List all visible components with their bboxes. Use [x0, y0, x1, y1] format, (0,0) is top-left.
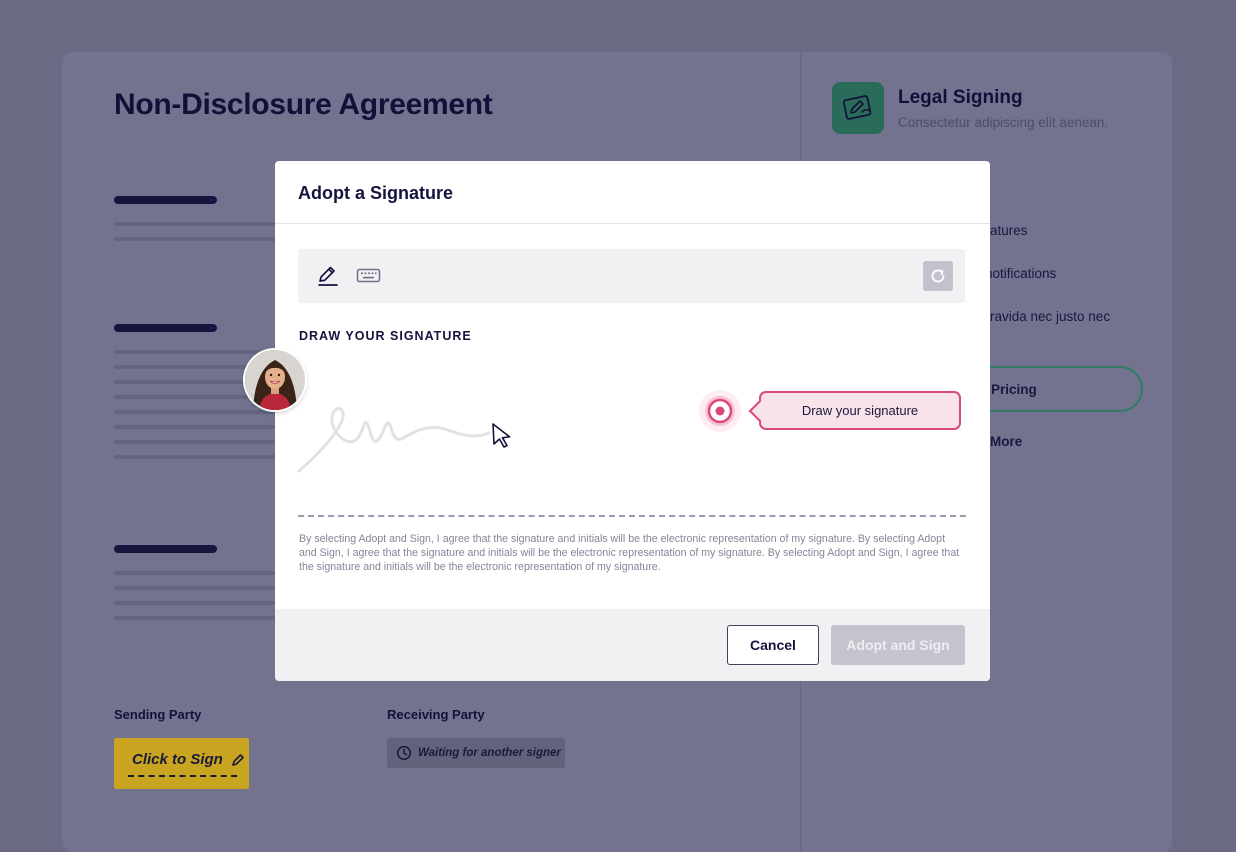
signature-stroke	[297, 407, 491, 473]
feature-text: notifications	[985, 266, 1057, 281]
app-description: Consectetur adipiscing elit aenean.	[898, 115, 1109, 130]
clock-icon	[396, 745, 412, 761]
avatar	[245, 350, 305, 410]
signature-baseline	[298, 515, 966, 517]
user-portrait	[245, 350, 305, 410]
more-link[interactable]: More	[990, 434, 1022, 449]
section-heading-placeholder	[114, 545, 217, 553]
tooltip-text: Draw your signature	[801, 403, 919, 418]
feature-text: atures	[990, 223, 1028, 238]
clear-signature-button[interactable]	[923, 261, 953, 291]
modal-footer: Cancel Adopt and Sign	[275, 609, 990, 681]
document-title: Non-Disclosure Agreement	[114, 88, 493, 121]
adopt-and-sign-button[interactable]: Adopt and Sign	[831, 625, 965, 665]
signature-pad-icon	[842, 95, 872, 120]
section-heading-placeholder	[114, 324, 217, 332]
click-to-sign-label: Click to Sign	[132, 751, 223, 768]
waiting-label: Waiting for another signer	[418, 747, 561, 759]
app-logo	[832, 82, 884, 134]
legal-disclaimer: By selecting Adopt and Sign, I agree tha…	[299, 533, 960, 573]
click-to-sign-button[interactable]: Click to Sign	[114, 738, 249, 789]
signature-toolbar	[298, 249, 965, 303]
sending-party-label: Sending Party	[114, 707, 202, 722]
modal-header: Adopt a Signature	[275, 161, 990, 224]
cursor-arrow-icon	[492, 423, 511, 448]
adopt-signature-modal: Adopt a Signature DRAW YOUR SIGNATURE By…	[275, 161, 990, 681]
section-heading-placeholder	[114, 196, 217, 204]
pricing-label: Pricing	[991, 382, 1037, 397]
target-icon	[699, 390, 741, 432]
draw-signature-heading: DRAW YOUR SIGNATURE	[299, 329, 472, 343]
keyboard-icon[interactable]	[356, 266, 382, 286]
pencil-icon[interactable]	[316, 264, 340, 288]
draw-signature-tooltip: Draw your signature	[759, 391, 961, 430]
pencil-icon	[232, 753, 245, 766]
modal-title: Adopt a Signature	[298, 183, 454, 203]
app-name: Legal Signing	[898, 87, 1023, 108]
signature-drawing-area[interactable]	[295, 351, 970, 511]
receiving-party-label: Receiving Party	[387, 707, 485, 722]
waiting-status-badge: Waiting for another signer	[387, 738, 565, 768]
cancel-button[interactable]: Cancel	[727, 625, 819, 665]
signature-line	[128, 775, 237, 777]
refresh-icon	[931, 269, 945, 283]
feature-text: ravida nec justo nec	[990, 309, 1111, 324]
